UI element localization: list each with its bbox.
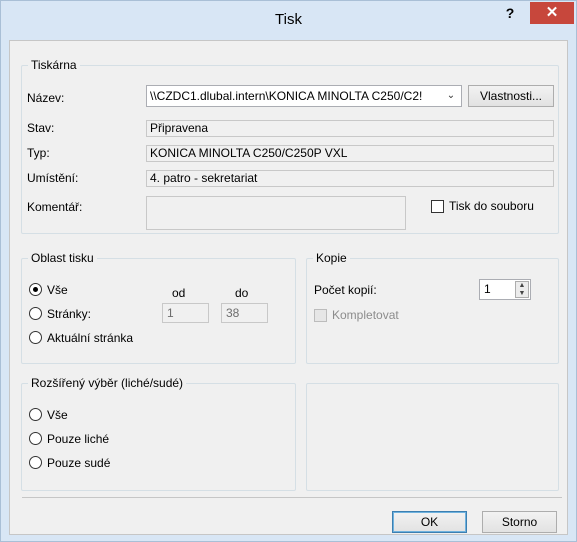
odd-pages-radio[interactable] [29, 432, 42, 445]
spin-up-icon[interactable]: ▲ [516, 282, 528, 290]
type-label: Typ: [27, 146, 50, 160]
print-range-group-label: Oblast tisku [28, 251, 97, 265]
range-pages-label[interactable]: Stránky: [47, 307, 91, 321]
location-label: Umístění: [27, 171, 79, 185]
from-page-input[interactable]: 1 [162, 303, 209, 323]
even-pages-radio[interactable] [29, 456, 42, 469]
cancel-button[interactable]: Storno [482, 511, 557, 533]
to-page-input[interactable]: 38 [221, 303, 268, 323]
properties-button[interactable]: Vlastnosti... [468, 85, 554, 107]
spin-down-icon[interactable]: ▼ [516, 290, 528, 298]
to-label: do [235, 286, 249, 300]
extended-all-radio[interactable] [29, 408, 42, 421]
type-value: KONICA MINOLTA C250/C250P VXL [146, 145, 554, 162]
printer-group: Tiskárna Název: \\CZDC1.dlubal.intern\KO… [21, 58, 559, 234]
chevron-down-icon[interactable]: ⌄ [443, 88, 459, 104]
dialog-body: Tiskárna Název: \\CZDC1.dlubal.intern\KO… [9, 40, 568, 535]
printer-group-label: Tiskárna [28, 58, 80, 72]
even-pages-label[interactable]: Pouze sudé [47, 456, 110, 470]
printer-name-combobox[interactable]: \\CZDC1.dlubal.intern\KONICA MINOLTA C25… [146, 85, 462, 107]
empty-panel [306, 383, 559, 491]
printer-name-label: Název: [27, 91, 65, 105]
copy-count-label: Počet kopií: [314, 283, 377, 297]
range-current-label[interactable]: Aktuální stránka [47, 331, 133, 345]
extended-all-label[interactable]: Vše [47, 408, 68, 422]
printer-name-value: \\CZDC1.dlubal.intern\KONICA MINOLTA C25… [150, 89, 423, 103]
status-value: Připravena [146, 120, 554, 137]
collate-label[interactable]: Kompletovat [332, 308, 399, 322]
print-to-file-label[interactable]: Tisk do souboru [449, 199, 534, 213]
print-range-group: Oblast tisku od do Vše Stránky: 1 38 Akt… [21, 251, 296, 364]
copy-count-spin-buttons[interactable]: ▲ ▼ [515, 281, 529, 298]
copy-count-stepper[interactable]: 1 ▲ ▼ [479, 279, 531, 300]
extended-selection-group-label: Rozšířený výběr (liché/sudé) [28, 376, 187, 390]
help-button[interactable]: ? [495, 3, 525, 25]
title-bar[interactable]: Tisk ? ✕ [1, 1, 576, 39]
from-label: od [172, 286, 186, 300]
odd-pages-label[interactable]: Pouze liché [47, 432, 109, 446]
copies-group-label: Kopie [313, 251, 350, 265]
copy-count-value: 1 [484, 282, 491, 296]
print-to-file-checkbox[interactable] [431, 200, 444, 213]
ok-button[interactable]: OK [392, 511, 467, 533]
close-button[interactable]: ✕ [530, 2, 574, 24]
collate-checkbox[interactable] [314, 309, 327, 322]
range-pages-radio[interactable] [29, 307, 42, 320]
comment-field [146, 196, 406, 230]
footer-separator [22, 497, 562, 498]
extended-selection-group: Rozšířený výběr (liché/sudé) Vše Pouze l… [21, 376, 296, 491]
print-dialog: Tisk ? ✕ Tiskárna Název: \\CZDC1.dlubal.… [0, 0, 577, 542]
range-all-label[interactable]: Vše [47, 283, 68, 297]
status-label: Stav: [27, 121, 55, 135]
copies-group: Kopie Počet kopií: 1 ▲ ▼ Kompletovat [306, 251, 559, 364]
location-value: 4. patro - sekretariat [146, 170, 554, 187]
range-all-radio[interactable] [29, 283, 42, 296]
comment-label: Komentář: [27, 200, 83, 214]
range-current-radio[interactable] [29, 331, 42, 344]
dialog-title: Tisk [275, 11, 302, 28]
